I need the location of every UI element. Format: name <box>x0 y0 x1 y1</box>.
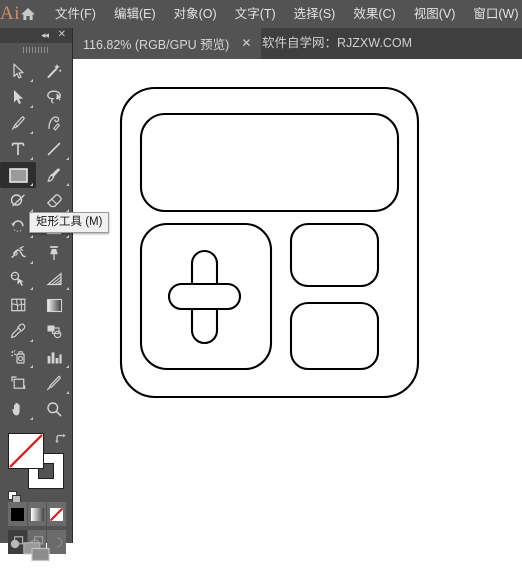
shaper-tool[interactable] <box>0 188 36 214</box>
tool-flyout-indicator-icon <box>30 365 33 368</box>
tools-panel: ◂◂ ✕ 矩形工具 (M) <box>0 28 110 562</box>
button-bottom-rect <box>289 301 380 371</box>
collapse-panel-icon[interactable]: ◂◂ <box>41 29 49 42</box>
eraser-tool[interactable] <box>36 188 72 214</box>
tool-flyout-indicator-icon <box>30 131 33 134</box>
screen-rect <box>139 112 400 213</box>
swap-fill-stroke-icon[interactable] <box>54 433 68 447</box>
tool-flyout-indicator-icon <box>30 417 33 420</box>
tool-flyout-indicator-icon <box>30 235 33 238</box>
hand-tool[interactable] <box>0 396 36 422</box>
column-graph-tool[interactable] <box>36 344 72 370</box>
menu-view[interactable]: 视图(V) <box>405 0 465 28</box>
perspective-grid-tool[interactable] <box>36 266 72 292</box>
tool-flyout-indicator-icon <box>66 287 69 290</box>
artboard-tool[interactable] <box>0 370 36 396</box>
color-controls <box>0 430 73 571</box>
change-screen-mode-button[interactable] <box>0 542 73 562</box>
tool-flyout-indicator-icon <box>30 79 33 82</box>
menu-type[interactable]: 文字(T) <box>226 0 285 28</box>
mesh-tool[interactable] <box>0 292 36 318</box>
tool-flyout-indicator-icon <box>30 261 33 264</box>
gradient-tool[interactable] <box>36 292 72 318</box>
paintbrush-tool[interactable] <box>36 162 72 188</box>
menu-item-list: 文件(F) 编辑(E) 对象(O) 文字(T) 选择(S) 效果(C) 视图(V… <box>46 0 522 28</box>
direct-selection-tool[interactable] <box>0 84 36 110</box>
fill-mode-row <box>8 502 67 526</box>
panel-drag-handle[interactable] <box>0 43 72 56</box>
zoom-tool[interactable] <box>36 396 72 422</box>
grip-lines-icon <box>23 46 49 53</box>
color-mode-button[interactable] <box>8 502 27 526</box>
menu-select[interactable]: 选择(S) <box>285 0 345 28</box>
tool-flyout-indicator-icon <box>30 287 33 290</box>
menu-object[interactable]: 对象(O) <box>165 0 226 28</box>
none-slash-icon <box>50 507 64 521</box>
home-icon[interactable] <box>20 0 36 28</box>
menu-bar: Ai 文件(F) 编辑(E) 对象(O) 文字(T) 选择(S) 效果(C) 视… <box>0 0 522 28</box>
menu-effect[interactable]: 效果(C) <box>344 0 404 28</box>
type-tool[interactable] <box>0 136 36 162</box>
none-mode-button[interactable] <box>47 502 67 526</box>
tool-flyout-indicator-icon <box>66 391 69 394</box>
tool-flyout-indicator-icon <box>66 235 69 238</box>
tool-flyout-indicator-icon <box>66 157 69 160</box>
close-icon[interactable]: ✕ <box>229 28 261 59</box>
fill-stroke-swatches <box>8 433 66 489</box>
document-tab[interactable]: 116.82% (RGB/GPU 预览) ✕ <box>73 28 262 59</box>
close-panel-icon[interactable]: ✕ <box>58 28 66 42</box>
tool-flyout-indicator-icon <box>30 157 33 160</box>
width-tool[interactable] <box>0 240 36 266</box>
button-top-rect <box>289 222 380 288</box>
document-tab-bar: 116.82% (RGB/GPU 预览) ✕ 软件自学网：RJZXW.COM <box>0 28 522 59</box>
dpad-horizontal-bar <box>167 282 242 311</box>
gradient-icon <box>30 507 44 521</box>
free-transform-tool[interactable] <box>36 240 72 266</box>
watermark-note: 软件自学网：RJZXW.COM <box>262 36 412 50</box>
lasso-tool[interactable] <box>36 84 72 110</box>
tool-flyout-indicator-icon <box>30 339 33 342</box>
shape-builder-tool[interactable] <box>0 266 36 292</box>
blend-tool[interactable] <box>36 318 72 344</box>
document-tab-label: 116.82% (RGB/GPU 预览) <box>83 38 230 52</box>
tool-flyout-indicator-icon <box>66 183 69 186</box>
eyedropper-tool[interactable] <box>0 318 36 344</box>
menu-edit[interactable]: 编辑(E) <box>105 0 165 28</box>
pen-tool[interactable] <box>0 110 36 136</box>
fill-swatch[interactable] <box>8 433 44 469</box>
rectangle-tool[interactable] <box>0 162 36 188</box>
magic-wand-tool[interactable] <box>36 58 72 84</box>
screen-mode-icon <box>22 542 50 562</box>
line-segment-tool[interactable] <box>36 136 72 162</box>
solid-color-icon <box>10 507 24 521</box>
curvature-tool[interactable] <box>36 110 72 136</box>
tool-flyout-indicator-icon <box>66 365 69 368</box>
tool-flyout-indicator-icon <box>30 183 33 186</box>
gradient-mode-button[interactable] <box>27 502 47 526</box>
app-logo: Ai <box>0 3 20 24</box>
tool-tooltip: 矩形工具 (M) <box>29 212 110 233</box>
tool-grid <box>0 56 72 422</box>
menu-file[interactable]: 文件(F) <box>46 0 105 28</box>
none-slash-icon <box>9 434 43 468</box>
symbol-sprayer-tool[interactable] <box>0 344 36 370</box>
menu-window[interactable]: 窗口(W) <box>464 0 522 28</box>
tools-panel-header: ◂◂ ✕ <box>0 28 72 43</box>
artboard-canvas[interactable] <box>73 59 522 543</box>
slice-tool[interactable] <box>36 370 72 396</box>
tool-flyout-indicator-icon <box>30 105 33 108</box>
game-controller-outline-artwork <box>119 86 420 399</box>
illustrator-window: Ai 文件(F) 编辑(E) 对象(O) 文字(T) 选择(S) 效果(C) 视… <box>0 0 522 562</box>
selection-tool[interactable] <box>0 58 36 84</box>
